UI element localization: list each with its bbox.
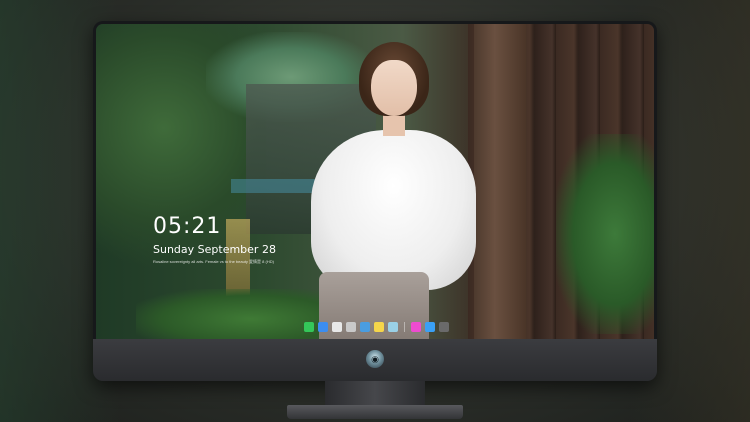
- figure-face: [371, 60, 417, 116]
- preview-icon[interactable]: [345, 322, 356, 332]
- notes-icon[interactable]: [373, 322, 384, 332]
- screen: 05:21 Sunday September 28 Rosaline sover…: [96, 24, 654, 339]
- dock-separator: [403, 322, 405, 332]
- wallpaper-figure: [311, 42, 481, 339]
- wallpaper-plant: [556, 134, 654, 334]
- lockscreen-date: Sunday September 28: [153, 243, 276, 256]
- appstore-icon[interactable]: [424, 322, 435, 332]
- wallpaper-caption: Rosaline sovereignty all arts. Female vs…: [153, 259, 274, 264]
- itunes-icon[interactable]: [410, 322, 421, 332]
- finder-icon[interactable]: [317, 322, 328, 332]
- safari-icon[interactable]: [331, 322, 342, 332]
- clapper-icon[interactable]: [359, 322, 370, 332]
- dock: [291, 320, 461, 334]
- monitor-chin: ◉: [93, 339, 657, 381]
- monitor-stand-neck: [325, 381, 425, 407]
- camera-icon[interactable]: [438, 322, 449, 332]
- messages-icon[interactable]: [303, 322, 314, 332]
- wallpaper-wood-post: [474, 24, 526, 339]
- monitor-stand-foot: [287, 405, 463, 419]
- figure-neck: [383, 114, 405, 136]
- lockscreen-time: 05:21: [153, 214, 222, 239]
- brand-logo-icon: ◉: [366, 350, 384, 368]
- monitor: 05:21 Sunday September 28 Rosaline sover…: [93, 21, 657, 381]
- figure-blouse: [311, 130, 476, 290]
- photos-icon[interactable]: [387, 322, 398, 332]
